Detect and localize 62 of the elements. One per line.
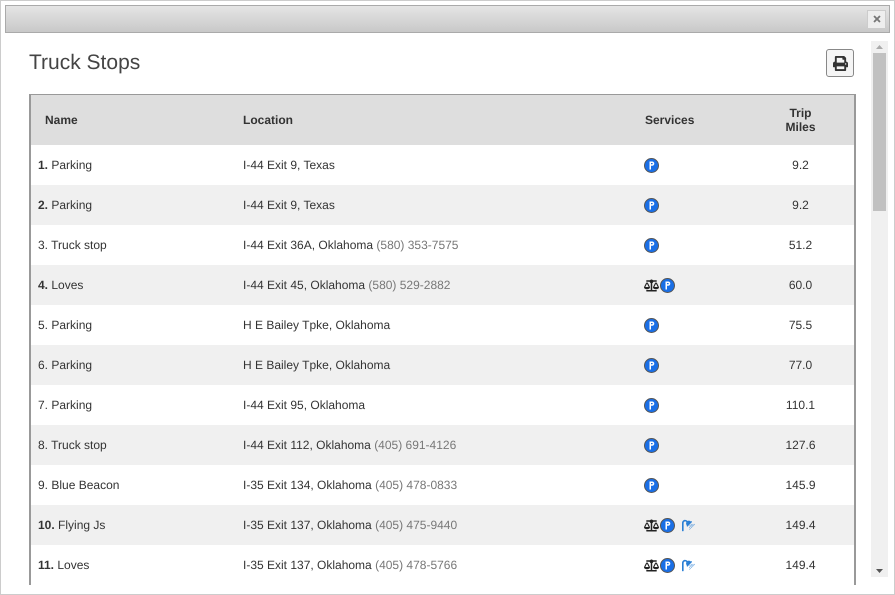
parking-icon	[644, 438, 659, 452]
scroll-down-icon[interactable]	[876, 569, 883, 573]
dialog-title: Truck Stops	[29, 50, 140, 76]
parking-icon	[644, 318, 659, 332]
stop-location: I-44 Exit 36A, Oklahoma (580) 353-7575	[242, 237, 460, 254]
stop-name: 3. Truck stop	[37, 237, 108, 254]
parking-icon	[660, 518, 675, 532]
stop-location: H E Bailey Tpke, Oklahoma	[242, 317, 392, 334]
stop-name: 8. Truck stop	[37, 437, 108, 454]
stop-location: I-44 Exit 95, Oklahoma	[242, 397, 366, 414]
shower-icon	[682, 518, 695, 532]
stop-location: I-44 Exit 9, Texas	[242, 157, 336, 174]
stop-name: 6. Parking	[37, 357, 94, 374]
stop-name: 9. Blue Beacon	[37, 477, 120, 494]
scale-icon	[644, 278, 659, 292]
scale-icon	[644, 518, 659, 532]
column-header: Name	[44, 112, 79, 129]
stop-location: I-35 Exit 137, Oklahoma (405) 475-9440	[242, 517, 458, 534]
trip-miles: 110.1	[784, 397, 816, 414]
scroll-thumb[interactable]	[873, 53, 886, 211]
stop-location: H E Bailey Tpke, Oklahoma	[242, 357, 392, 374]
stop-name: 1. Parking	[37, 157, 94, 174]
scale-icon	[644, 558, 659, 572]
parking-icon	[644, 358, 659, 372]
stop-location: I-35 Exit 137, Oklahoma (405) 478-5766	[242, 557, 458, 574]
trip-miles: 51.2	[788, 237, 814, 254]
trip-miles: 9.2	[791, 157, 810, 174]
column-header: Trip Miles	[784, 106, 816, 134]
stop-name: 2. Parking	[37, 197, 94, 214]
stop-name: 11. Loves	[37, 557, 90, 574]
trip-miles: 149.4	[784, 557, 817, 574]
parking-icon	[644, 398, 659, 412]
shower-icon	[682, 558, 695, 572]
trip-miles: 9.2	[791, 197, 810, 214]
stop-name: 7. Parking	[37, 397, 94, 414]
stop-location: I-44 Exit 45, Oklahoma (580) 529-2882	[242, 277, 452, 294]
column-header: Location	[242, 112, 294, 129]
trip-miles: 145.9	[784, 477, 817, 494]
column-header: Services	[644, 112, 696, 129]
trip-miles: 60.0	[788, 277, 814, 294]
trip-miles: 77.0	[788, 357, 814, 374]
scrollbar[interactable]	[871, 41, 888, 577]
scroll-up-icon[interactable]	[876, 45, 883, 49]
stop-location: I-35 Exit 134, Oklahoma (405) 478-0833	[242, 477, 458, 494]
stop-name: 4. Loves	[37, 277, 84, 294]
parking-icon	[660, 278, 675, 292]
parking-icon	[644, 478, 659, 492]
stop-name: 5. Parking	[37, 317, 94, 334]
printer-icon	[832, 56, 848, 70]
parking-icon	[644, 238, 659, 252]
trip-miles: 75.5	[788, 317, 814, 334]
stop-location: I-44 Exit 112, Oklahoma (405) 691-4126	[242, 437, 458, 454]
trip-miles: 127.6	[784, 437, 817, 454]
parking-icon	[644, 198, 659, 212]
stop-name: 10. Flying Js	[37, 517, 106, 534]
parking-icon	[644, 158, 659, 172]
stop-location: I-44 Exit 9, Texas	[242, 197, 336, 214]
close-button[interactable]	[867, 10, 886, 28]
close-icon	[872, 14, 882, 24]
trip-miles: 149.4	[784, 517, 817, 534]
parking-icon	[660, 558, 675, 572]
print-button[interactable]	[826, 49, 854, 77]
